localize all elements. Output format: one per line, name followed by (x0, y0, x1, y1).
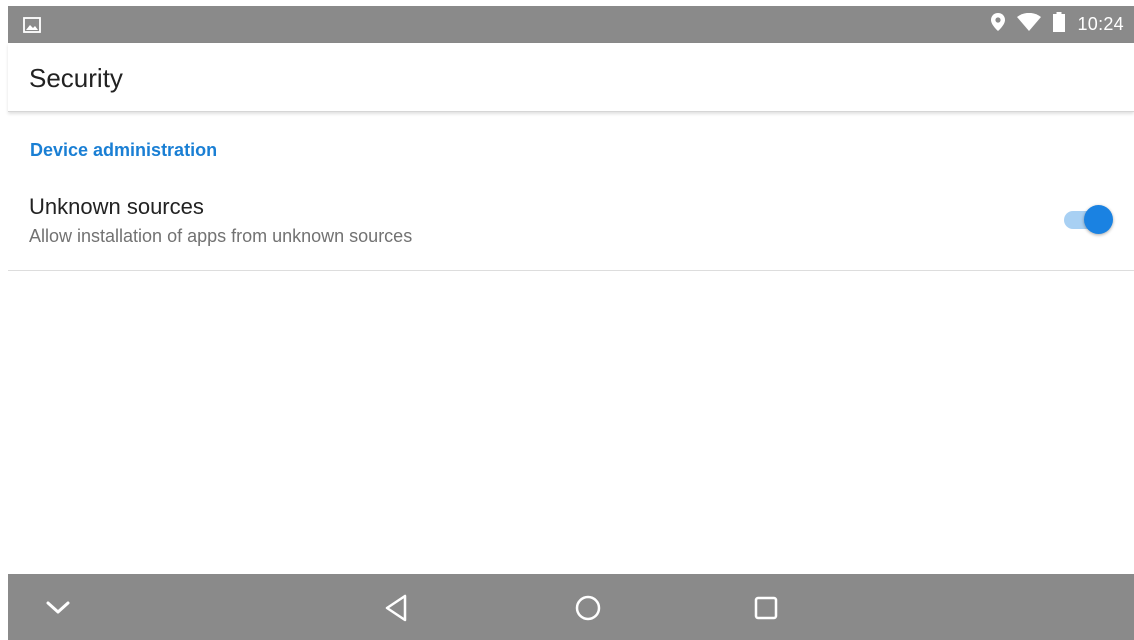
status-time: 10:24 (1077, 14, 1124, 34)
collapse-icon[interactable] (42, 592, 74, 624)
location-icon (991, 13, 1006, 36)
page-title: Security (29, 63, 123, 93)
switch-thumb (1084, 205, 1113, 234)
status-bar: 10:24 (8, 6, 1134, 43)
unknown-sources-switch[interactable] (1062, 204, 1114, 234)
section-header-device-administration: Device administration (30, 140, 218, 160)
recents-icon[interactable] (750, 592, 782, 624)
home-icon[interactable] (572, 592, 604, 624)
toolbar: Security (8, 43, 1134, 112)
navigation-bar (8, 574, 1134, 640)
image-notification-icon (23, 17, 41, 33)
preference-title: Unknown sources (29, 194, 204, 219)
preference-summary: Allow installation of apps from unknown … (29, 226, 413, 246)
back-icon[interactable] (381, 592, 413, 624)
unknown-sources-preference[interactable]: Unknown sources Allow installation of ap… (8, 180, 1134, 271)
wifi-icon (1017, 12, 1042, 36)
status-icons: 10:24 (991, 6, 1124, 43)
screen: 10:24 Security Device administration Unk… (0, 0, 1134, 640)
battery-icon (1053, 12, 1066, 37)
